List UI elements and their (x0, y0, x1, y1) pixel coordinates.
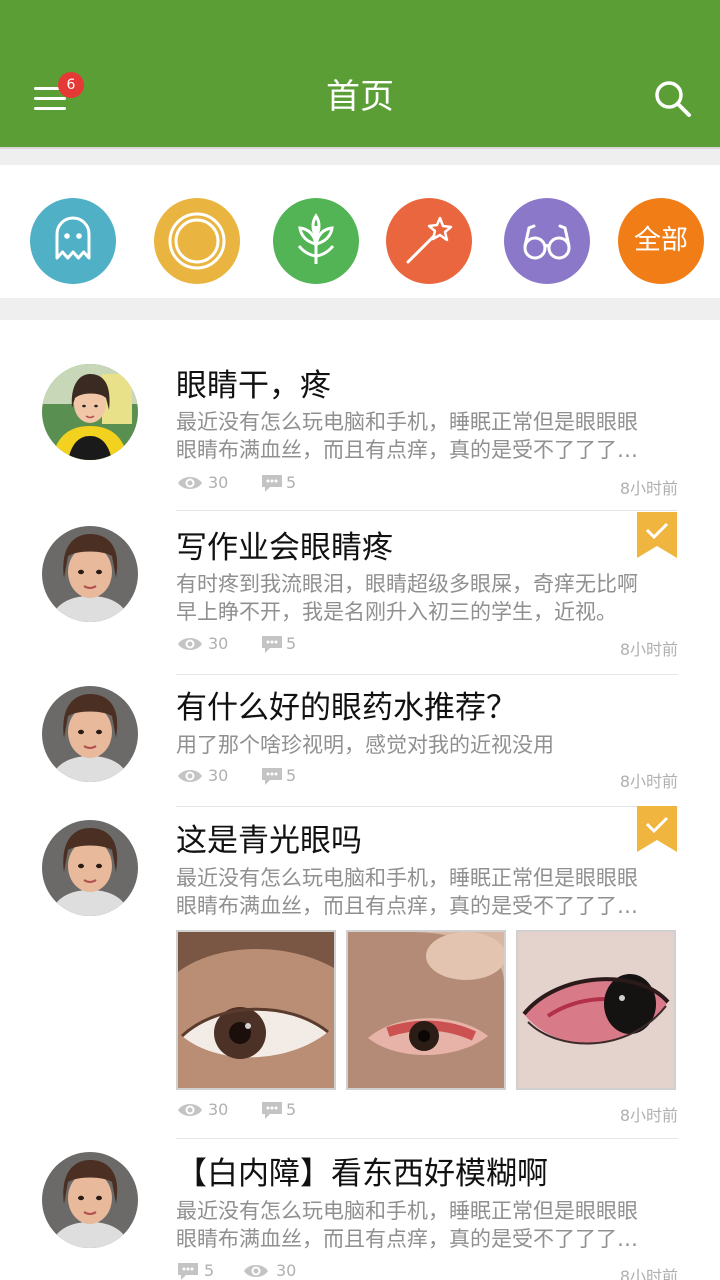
app-header: 6 首页 (0, 0, 720, 147)
comment-icon (262, 636, 282, 653)
post-item[interactable]: 眼睛干，疼 最近没有怎么玩电脑和手机，睡眠正常但是眼眼眼 眼睛布满血丝，而且有点… (0, 320, 720, 511)
post-excerpt: 最近没有怎么玩电脑和手机，睡眠正常但是眼眼眼 眼睛布满血丝，而且有点痒，真的是受… (176, 408, 682, 464)
view-count: 30 (176, 471, 236, 495)
comment-count: 5 (260, 471, 320, 495)
bookmark-check-icon (637, 512, 677, 558)
excerpt-line: 最近没有怎么玩电脑和手机，睡眠正常但是眼眼眼 (176, 1199, 638, 1223)
view-count: 30 (242, 1259, 312, 1280)
post-time: 8小时前 (619, 479, 678, 498)
post-title[interactable]: 【白内障】看东西好模糊啊 (176, 1154, 548, 1194)
excerpt-line: 早上睁不开，我是名刚升入初三的学生，近视。 (176, 600, 617, 624)
bookmark-check-icon (637, 806, 677, 852)
post-time: 8小时前 (619, 1267, 678, 1280)
post-excerpt: 有时疼到我流眼泪，眼睛超级多眼屎，奇痒无比啊 早上睁不开，我是名刚升入初三的学生… (176, 570, 682, 626)
ring-icon (168, 212, 226, 270)
post-excerpt: 最近没有怎么玩电脑和手机，睡眠正常但是眼眼眼 眼睛布满血丝，而且有点痒，真的是受… (176, 1197, 682, 1253)
category-ring[interactable] (154, 198, 240, 284)
excerpt-line: 眼睛布满血丝，而且有点痒，真的是受不了了了… (176, 1227, 638, 1251)
category-wand[interactable] (386, 198, 472, 284)
post-image[interactable] (346, 930, 506, 1090)
post-title[interactable]: 写作业会眼睛疼 (176, 528, 393, 568)
avatar[interactable] (42, 686, 138, 782)
sprout-icon (297, 213, 335, 264)
avatar[interactable] (42, 364, 138, 460)
post-excerpt: 最近没有怎么玩电脑和手机，睡眠正常但是眼眼眼 眼睛布满血丝，而且有点痒，真的是受… (176, 864, 682, 920)
post-title[interactable]: 眼睛干，疼 (176, 366, 331, 406)
comment-icon (262, 768, 282, 785)
eye-icon (178, 477, 202, 489)
eye-icon (178, 1104, 202, 1116)
post-item[interactable]: 有什么好的眼药水推荐？ 用了那个啥珍视明，感觉对我的近视没用 30 5 8小时前 (0, 674, 720, 807)
avatar[interactable] (42, 1152, 138, 1248)
excerpt-line: 眼睛布满血丝，而且有点痒，真的是受不了了了… (176, 894, 638, 918)
category-all[interactable]: 全部 (618, 198, 704, 284)
separator (0, 298, 720, 320)
post-stats: 30 5 (176, 1098, 376, 1122)
bookmark-badge (637, 512, 677, 558)
post-stats: 30 5 (176, 632, 376, 656)
post-stats: 30 5 (176, 471, 376, 495)
page-title: 首页 (326, 77, 394, 117)
excerpt-line: 用了那个啥珍视明，感觉对我的近视没用 (176, 733, 554, 757)
post-title[interactable]: 有什么好的眼药水推荐？ (176, 688, 517, 728)
avatar[interactable] (42, 526, 138, 622)
post-title[interactable]: 这是青光眼吗 (176, 821, 362, 861)
comment-count: 5 (176, 1259, 236, 1280)
bookmark-badge (637, 806, 677, 852)
post-time: 8小时前 (619, 640, 678, 659)
view-count: 30 (176, 764, 236, 788)
comment-count: 5 (260, 764, 320, 788)
ghost-icon (55, 216, 91, 260)
excerpt-line: 最近没有怎么玩电脑和手机，睡眠正常但是眼眼眼 (176, 410, 638, 434)
category-glasses[interactable] (504, 198, 590, 284)
glasses-icon (523, 224, 571, 260)
comment-icon (178, 1263, 198, 1280)
post-time: 8小时前 (619, 1106, 678, 1125)
post-item[interactable]: 写作业会眼睛疼 有时疼到我流眼泪，眼睛超级多眼屎，奇痒无比啊 早上睁不开，我是名… (0, 510, 720, 675)
excerpt-line: 眼睛布满血丝，而且有点痒，真的是受不了了了… (176, 438, 638, 462)
view-count: 30 (176, 632, 236, 656)
separator (0, 147, 720, 165)
post-stats: 30 5 (176, 764, 376, 788)
excerpt-line: 最近没有怎么玩电脑和手机，睡眠正常但是眼眼眼 (176, 866, 638, 890)
post-stats: 5 30 (176, 1259, 376, 1280)
post-time: 8小时前 (619, 772, 678, 791)
view-count: 30 (176, 1098, 236, 1122)
search-icon (655, 81, 691, 117)
eye-icon (244, 1265, 268, 1277)
category-ghost[interactable] (30, 198, 116, 284)
avatar[interactable] (42, 820, 138, 916)
eye-icon (178, 638, 202, 650)
category-all-label: 全部 (634, 225, 688, 256)
magic-wand-icon (406, 216, 453, 264)
post-item[interactable]: 【白内障】看东西好模糊啊 最近没有怎么玩电脑和手机，睡眠正常但是眼眼眼 眼睛布满… (0, 1138, 720, 1280)
post-excerpt: 用了那个啥珍视明，感觉对我的近视没用 (176, 731, 682, 759)
excerpt-line: 有时疼到我流眼泪，眼睛超级多眼屎，奇痒无比啊 (176, 572, 638, 596)
comment-icon (262, 1102, 282, 1119)
post-image[interactable] (176, 930, 336, 1090)
comment-count: 5 (260, 632, 320, 656)
category-sprout[interactable] (273, 198, 359, 284)
post-image[interactable] (516, 930, 676, 1090)
eye-icon (178, 770, 202, 782)
comment-count: 5 (260, 1098, 320, 1122)
comment-icon (262, 475, 282, 492)
category-row: 全部 (0, 165, 720, 298)
search-button[interactable] (652, 78, 694, 120)
